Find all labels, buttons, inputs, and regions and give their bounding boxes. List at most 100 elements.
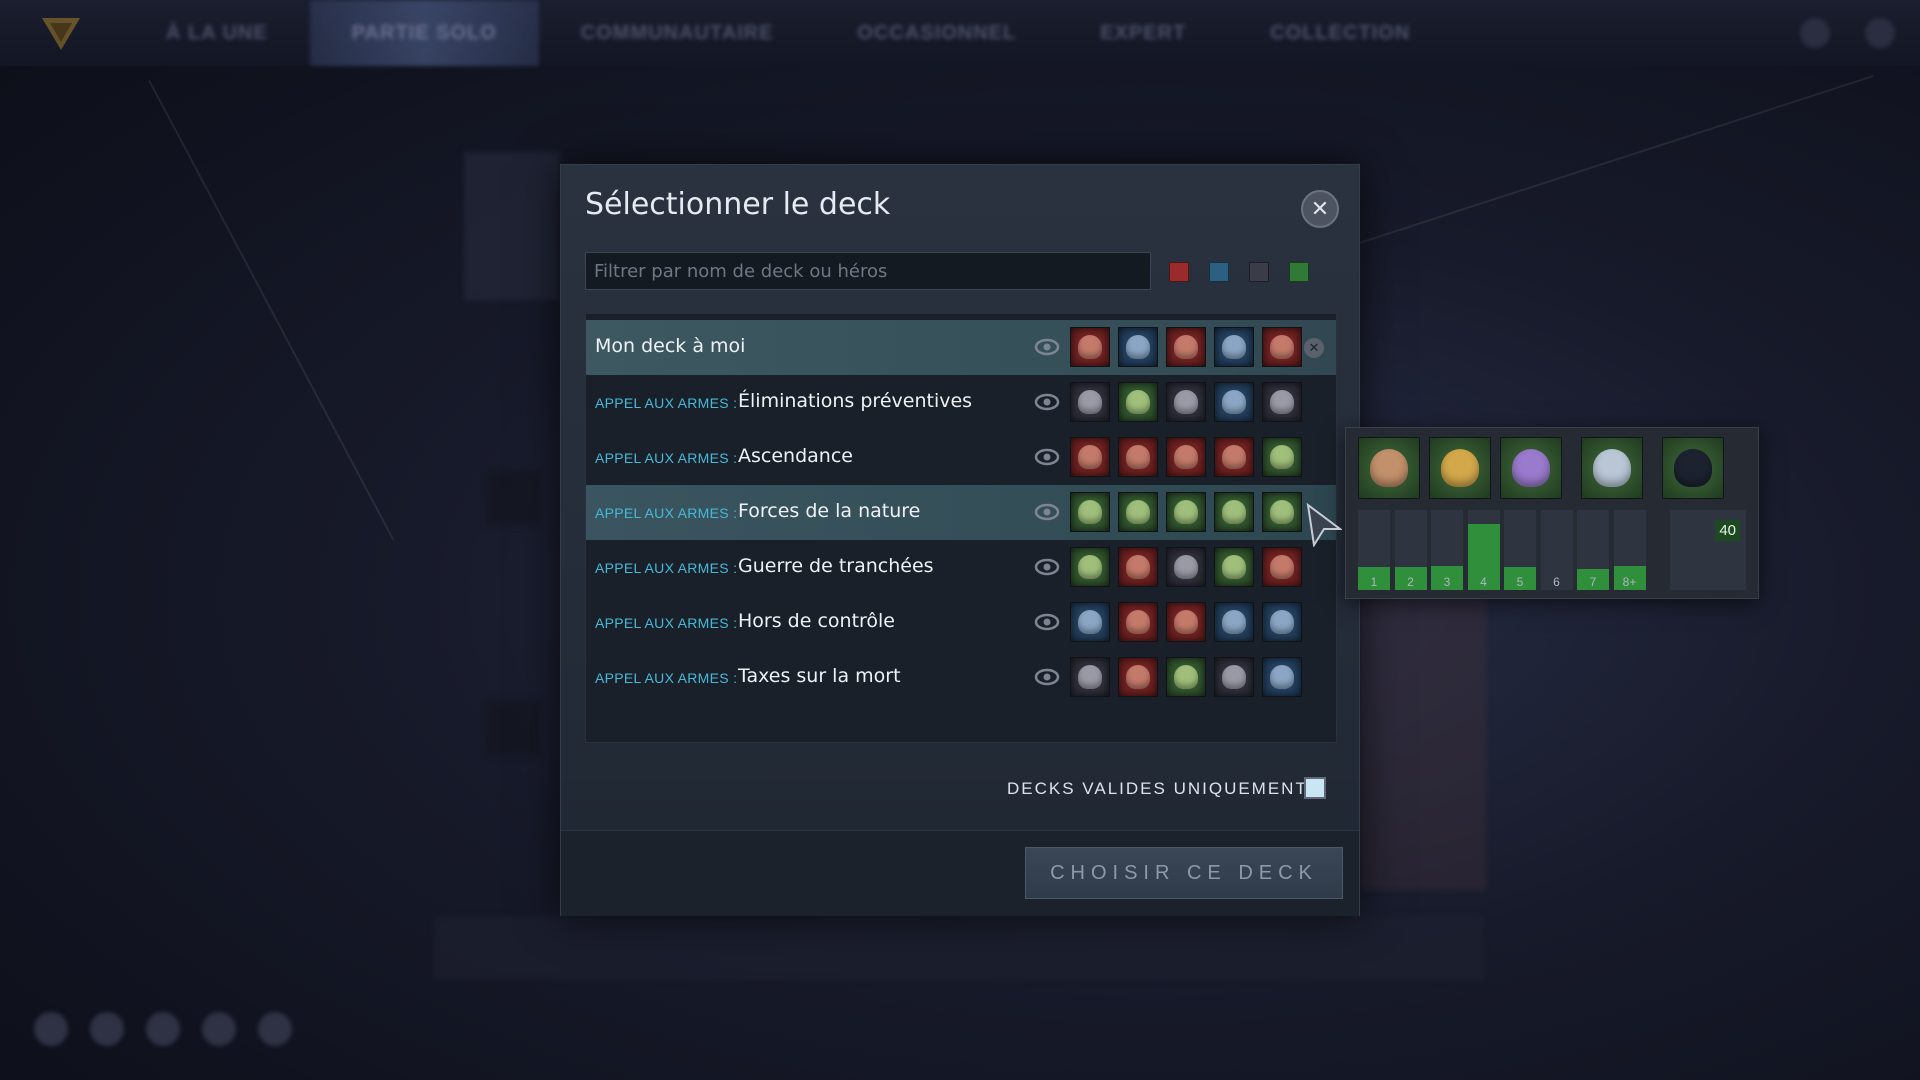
background-slot <box>486 470 540 526</box>
color-filter-red[interactable] <box>1169 262 1189 282</box>
hero-portrait-icon <box>1214 327 1254 367</box>
preview-eye-icon[interactable] <box>1034 446 1060 468</box>
hero-portrait-icon <box>1070 657 1110 697</box>
preview-hero-icon <box>1358 437 1420 499</box>
hero-portraits <box>1070 492 1302 532</box>
hero-portrait-icon <box>1118 547 1158 587</box>
color-filter-blue[interactable] <box>1209 262 1229 282</box>
hero-portrait-icon <box>1118 437 1158 477</box>
preview-eye-icon[interactable] <box>1034 336 1060 358</box>
dialog-title: Sélectionner le deck <box>585 187 891 222</box>
hero-portraits <box>1070 437 1302 477</box>
nav-tab[interactable]: À LA UNE <box>124 0 310 66</box>
preview-hero-icon <box>1662 437 1724 499</box>
valid-decks-only-checkbox[interactable] <box>1304 777 1326 799</box>
background-slot <box>486 700 540 756</box>
hero-portrait-icon <box>1166 547 1206 587</box>
settings-icon[interactable] <box>1865 18 1895 48</box>
deck-row[interactable]: APPEL AUX ARMES : Éliminations préventive… <box>586 375 1336 430</box>
nav-tab[interactable]: COMMUNAUTAIRE <box>539 0 816 66</box>
color-filter-black[interactable] <box>1249 262 1269 282</box>
hero-portrait-icon <box>1070 602 1110 642</box>
preview-hero-icon <box>1500 437 1562 499</box>
preview-eye-icon[interactable] <box>1034 556 1060 578</box>
deck-row[interactable]: Mon deck à moi ✕ <box>586 320 1336 375</box>
mana-cost-label: 1 <box>1370 575 1378 589</box>
preview-eye-icon[interactable] <box>1034 391 1060 413</box>
deck-preview-popup: 1 2 3 4 5 6 7 8+ 40 <box>1345 427 1759 599</box>
profile-icon[interactable] <box>1800 18 1830 48</box>
mana-curve-bar: 8+ <box>1613 510 1646 590</box>
card-count: 40 <box>1715 520 1740 541</box>
deck-prefix: APPEL AUX ARMES : <box>595 505 738 521</box>
deck-search-input[interactable] <box>585 252 1151 290</box>
deck-row[interactable]: APPEL AUX ARMES : Forces de la nature <box>586 485 1336 540</box>
friends-icon[interactable] <box>146 1012 180 1046</box>
nav-tab[interactable]: EXPERT <box>1058 0 1228 66</box>
bottom-social-bar <box>34 1012 292 1046</box>
deck-name: Taxes sur la mort <box>738 665 901 687</box>
valid-decks-only-label: DECKS VALIDES UNIQUEMENT : <box>1007 779 1321 798</box>
choose-deck-button[interactable]: CHOISIR CE DECK <box>1025 847 1343 899</box>
deck-name: Éliminations préventives <box>738 390 973 412</box>
background-footer <box>434 916 1484 980</box>
hero-portrait-icon <box>1166 327 1206 367</box>
hero-portrait-icon <box>1262 602 1302 642</box>
deck-name: Guerre de tranchées <box>738 555 934 577</box>
mana-curve-bar: 6 <box>1540 510 1573 590</box>
hero-portrait-icon <box>1118 382 1158 422</box>
mana-curve: 1 2 3 4 5 6 7 8+ <box>1358 510 1654 590</box>
news-icon[interactable] <box>202 1012 236 1046</box>
chat-icon[interactable] <box>34 1012 68 1046</box>
deck-prefix: APPEL AUX ARMES : <box>595 615 738 631</box>
deck-row[interactable]: APPEL AUX ARMES : Ascendance <box>586 430 1336 485</box>
deck-row[interactable]: APPEL AUX ARMES : Guerre de tranchées <box>586 540 1336 595</box>
remove-deck-icon[interactable]: ✕ <box>1304 338 1324 358</box>
nav-tab[interactable]: OCCASIONNEL <box>815 0 1058 66</box>
deck-row[interactable]: APPEL AUX ARMES : Hors de contrôle <box>586 595 1336 650</box>
deck-prefix: APPEL AUX ARMES : <box>595 450 738 466</box>
close-button[interactable]: ✕ <box>1301 190 1339 228</box>
hero-portrait-icon <box>1070 492 1110 532</box>
artifact-logo-icon[interactable] <box>38 13 84 53</box>
hero-portraits <box>1070 547 1302 587</box>
hero-portrait-icon <box>1262 437 1302 477</box>
messages-icon[interactable] <box>258 1012 292 1046</box>
deck-prefix: APPEL AUX ARMES : <box>595 395 738 411</box>
nav-tab[interactable]: COLLECTION <box>1228 0 1452 66</box>
hero-portrait-icon <box>1118 657 1158 697</box>
hero-portrait-icon <box>1118 492 1158 532</box>
mana-curve-bar: 7 <box>1577 510 1609 590</box>
alert-icon[interactable] <box>90 1012 124 1046</box>
deck-row[interactable]: APPEL AUX ARMES : Taxes sur la mort <box>586 650 1336 705</box>
hero-portrait-icon <box>1118 327 1158 367</box>
hero-portrait-icon <box>1262 657 1302 697</box>
preview-eye-icon[interactable] <box>1034 611 1060 633</box>
nav-tab[interactable]: PARTIE SOLO <box>309 0 539 66</box>
mana-cost-label: 2 <box>1407 575 1414 589</box>
deck-name: Ascendance <box>738 445 853 467</box>
mana-curve-bar: 1 <box>1358 510 1390 590</box>
hero-portrait-icon <box>1070 382 1110 422</box>
preview-eye-icon[interactable] <box>1034 666 1060 688</box>
mana-cost-label: 7 <box>1589 575 1597 589</box>
hero-portrait-icon <box>1118 602 1158 642</box>
preview-eye-icon[interactable] <box>1034 501 1060 523</box>
deck-name: Mon deck à moi <box>595 335 746 357</box>
close-icon: ✕ <box>1310 196 1330 222</box>
hero-portrait-icon <box>1166 602 1206 642</box>
hero-portrait-icon <box>1166 437 1206 477</box>
hero-portrait-icon <box>1070 547 1110 587</box>
mana-curve-bar: 4 <box>1467 510 1500 590</box>
hero-portrait-icon <box>1166 492 1206 532</box>
hero-portrait-icon <box>1214 382 1254 422</box>
deck-prefix: APPEL AUX ARMES : <box>595 560 738 576</box>
color-filter-green[interactable] <box>1289 262 1309 282</box>
mana-curve-bar: 5 <box>1504 510 1536 590</box>
mana-curve-bar: 3 <box>1431 510 1463 590</box>
deck-name: Forces de la nature <box>738 500 921 522</box>
mana-cost-label: 4 <box>1480 575 1487 589</box>
mana-cost-label: 5 <box>1516 575 1524 589</box>
hero-portrait-icon <box>1214 437 1254 477</box>
deck-name: Hors de contrôle <box>738 610 896 632</box>
